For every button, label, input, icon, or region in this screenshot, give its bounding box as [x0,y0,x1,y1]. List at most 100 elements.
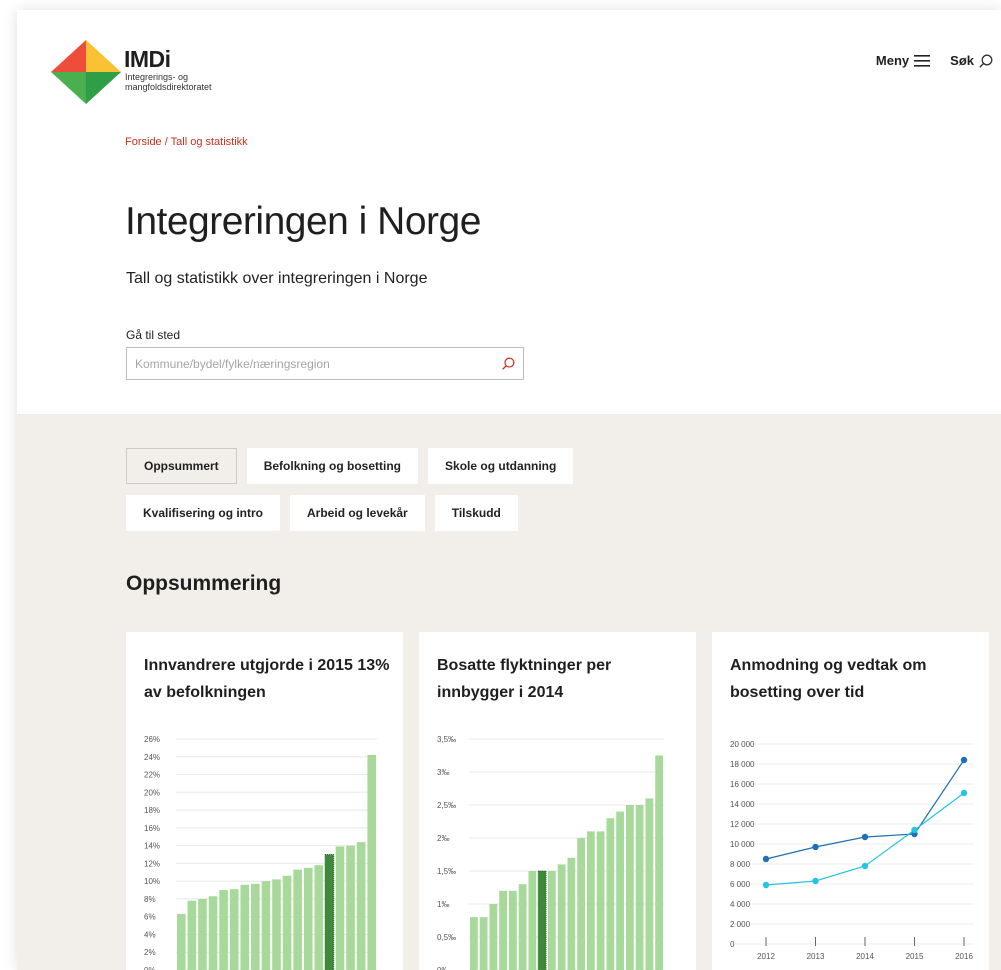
bar [509,890,517,970]
place-search-input[interactable] [127,348,493,379]
series-point [861,833,869,841]
x-tick-label: 2014 [856,952,874,961]
menu-label: Meny [875,53,910,68]
breadcrumb[interactable]: Forside / Tall og statistikk [125,136,248,148]
bar [346,845,355,970]
bar [229,889,239,970]
page-subtitle: Tall og statistikk over integreringen i … [126,270,428,287]
bar [479,917,488,970]
bar [606,818,615,970]
bar [489,904,498,970]
bar [367,754,376,970]
tab-befolkning[interactable]: Befolkning og bosetting [246,448,419,484]
tab-tilskudd[interactable]: Tilskudd [434,495,518,531]
y-tick-label: 0‰ [437,966,449,970]
y-tick-label: 6% [144,913,156,922]
y-tick-label: 6 000 [730,880,751,889]
hamburger-icon [914,54,931,67]
menu-button[interactable]: Meny [875,53,931,68]
bar [499,890,507,970]
search-submit-icon[interactable] [493,357,523,370]
tab-skole[interactable]: Skole og utdanning [428,448,574,484]
bar [335,846,345,970]
y-tick-label: 14% [144,842,160,851]
series-point [762,855,770,863]
bar [528,871,537,970]
series-point [762,881,770,889]
tab-arbeid[interactable]: Arbeid og levekår [290,495,425,531]
summary-card-immigrants[interactable]: Innvandrere utgjorde i 2015 13% av befol… [126,632,403,970]
y-tick-label: 8% [144,895,156,904]
y-tick-label: 8 000 [730,860,751,869]
y-tick-label: 2% [144,948,156,957]
top-nav: Meny Søk [876,53,993,68]
bar [208,896,218,970]
bar [219,890,228,970]
settlement-line-chart: 0 2 000 4 000 6 000 8 000 10 000 12 000 14 000 1… [730,740,974,961]
x-tick-label: 2015 [906,952,924,961]
x-tick-label: 2013 [807,952,825,961]
bar [261,881,271,970]
bar [251,883,260,970]
bar [548,871,556,970]
y-tick-label: 2,5‰ [437,801,456,810]
bar [655,755,663,970]
y-tick-label: 1,5‰ [437,867,456,876]
y-tick-label: 2‰ [437,834,449,843]
y-tick-label: 16 000 [730,780,755,789]
brand-name[interactable]: IMDi [124,46,171,73]
card-title: Innvandrere utgjorde i 2015 13% av befol… [144,657,390,701]
y-tick-label: 0,5‰ [437,933,456,942]
brand-subtitle: Integrerings- og mangfoldsdirektoratet [125,72,212,92]
y-tick-label: 18 000 [730,760,755,769]
y-tick-label: 0 [730,940,735,949]
series-point [861,862,869,870]
y-tick-label: 12 000 [730,820,755,829]
summary-card-settlement[interactable]: Anmodning og vedtak om bosetting over ti… [712,632,989,970]
y-tick-label: 20% [144,788,160,797]
bar [635,805,644,970]
series-point [812,877,819,885]
bar [177,914,186,970]
place-search-box [126,347,524,380]
x-tick-label: 2016 [955,952,973,961]
y-tick-label: 3‰ [437,768,449,777]
search-icon [979,54,993,68]
bar [198,898,207,970]
bar [314,865,324,970]
bar [303,867,313,970]
tab-oppsummert[interactable]: Oppsummert [126,448,237,484]
imdi-logo-icon[interactable] [51,40,121,104]
y-tick-label: 2 000 [730,920,751,929]
y-tick-label: 0% [144,966,156,970]
series-point [960,789,968,797]
bar [596,831,605,970]
y-tick-label: 16% [144,824,160,833]
card-title: Anmodning og vedtak om bosetting over ti… [730,657,927,701]
bar [240,884,250,970]
bar [577,838,585,970]
search-field-label: Gå til sted [126,328,181,342]
y-tick-label: 18% [144,806,160,815]
y-tick-label: 12% [144,859,160,868]
bar [356,842,366,970]
bar [557,864,566,970]
bar-highlight [537,870,547,970]
page: IMDi Integrerings- og mangfoldsdirektora… [17,10,1001,970]
x-tick-label: 2012 [757,952,775,961]
y-tick-label: 10 000 [730,840,755,849]
search-label: Søk [950,53,974,68]
bar [587,831,595,970]
series-point [812,843,819,851]
search-button[interactable]: Søk [950,53,993,68]
series-point [911,826,918,834]
main-content: Oppsummert Befolkning og bosetting Skole… [17,414,1001,970]
bar [470,917,478,970]
y-tick-label: 4% [144,930,156,939]
immigrant-share-bar-chart: 0% 2% 4% 6% 8% 10% 12% 14% 16% 18% 20% 22% 24% 26% [144,735,377,970]
tab-kvalifisering[interactable]: Kvalifisering og intro [126,495,281,531]
y-tick-label: 4 000 [730,900,751,909]
y-tick-label: 20 000 [730,740,755,749]
summary-card-refugees[interactable]: Bosatte flyktninger per innbygger i 2014… [419,632,696,970]
y-tick-label: 26% [144,735,160,744]
